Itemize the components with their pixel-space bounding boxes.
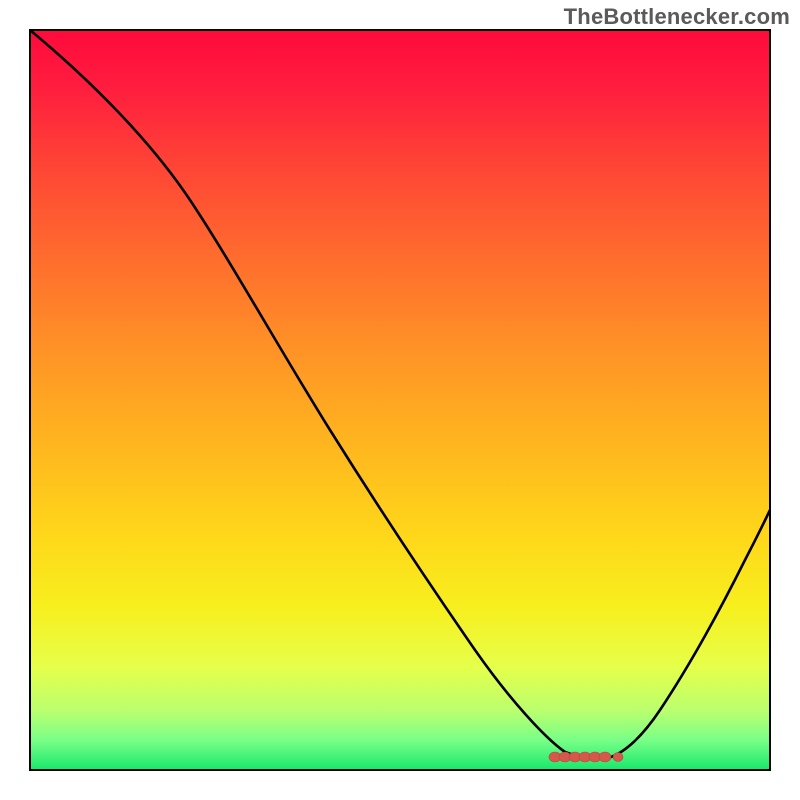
chart-container: TheBottlenecker.com: [0, 0, 800, 800]
gradient-background: [30, 30, 770, 770]
bottleneck-curve-plot: [0, 0, 800, 800]
plot-area: [30, 30, 770, 770]
